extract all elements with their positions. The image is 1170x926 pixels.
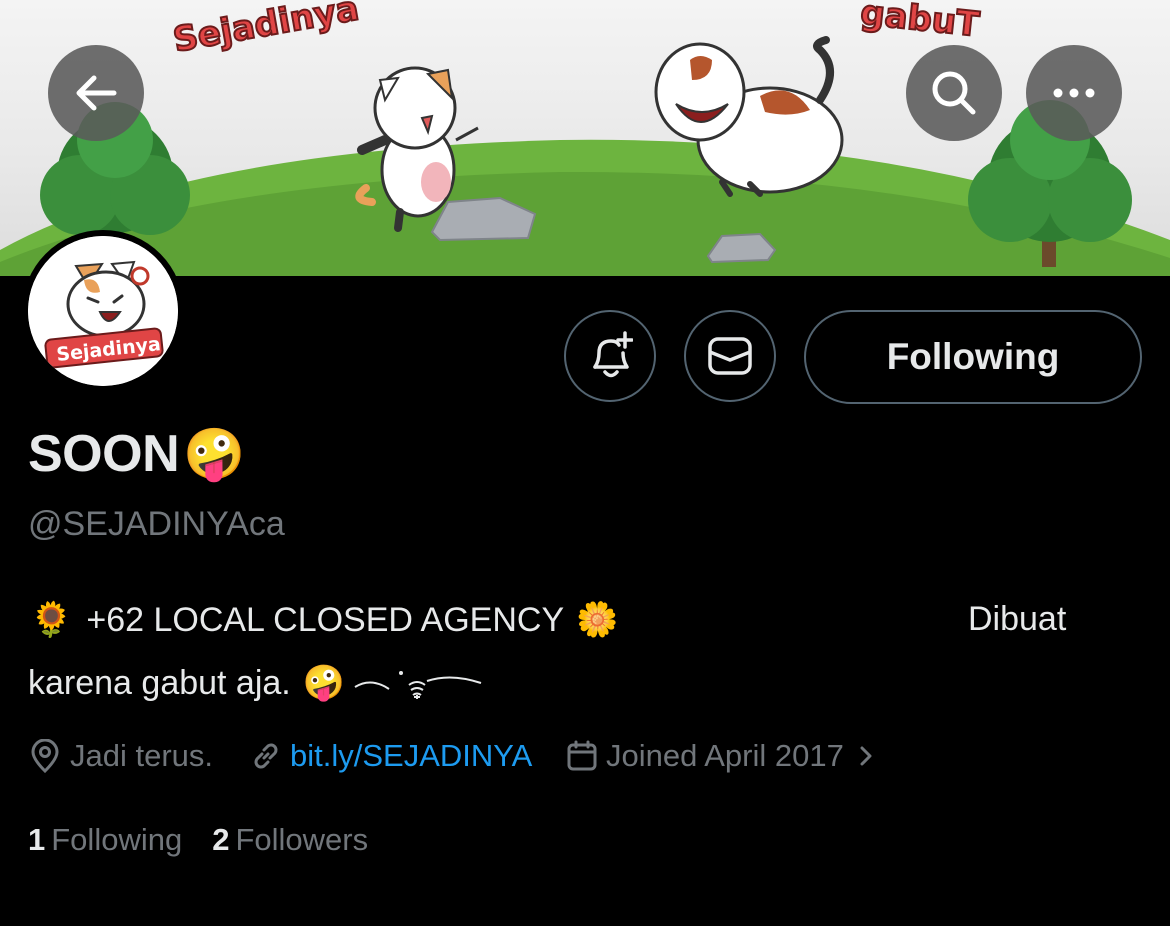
following-button[interactable]: Following <box>804 310 1142 404</box>
bell-plus-icon <box>593 331 633 378</box>
decorative-wave-glyph <box>354 671 482 699</box>
link-icon <box>254 743 278 769</box>
joined-text: Joined April 2017 <box>606 738 844 773</box>
more-horizontal-icon <box>1053 88 1095 98</box>
bio-line-2-text: karena gabut aja. <box>28 663 291 702</box>
banner-illustration: Sejadinya gabuT <box>0 0 1170 276</box>
banner-title-left: Sejadinya <box>170 0 362 60</box>
following-label: Following <box>51 822 183 857</box>
profile-banner[interactable]: Sejadinya gabuT <box>0 0 1170 276</box>
bio-line-1-text: +62 LOCAL CLOSED AGENCY <box>86 600 565 639</box>
website-item[interactable]: bit.ly/SEJADINYA <box>250 738 532 774</box>
location-text: Jadi terus. <box>70 738 214 773</box>
display-name: SOON 🤪 <box>28 424 245 484</box>
search-icon <box>932 71 976 115</box>
blossom-emoji: 🌼 <box>576 601 619 639</box>
bio-line-2: karena gabut aja. 🤪 <box>28 663 485 703</box>
envelope-icon <box>708 337 752 375</box>
sunflower-emoji: 🌻 <box>30 601 73 639</box>
banner-title-right: gabuT <box>859 0 982 45</box>
follow-stats: 1 Following 2 Followers <box>28 822 368 858</box>
website-link[interactable]: bit.ly/SEJADINYA <box>290 738 532 774</box>
notifications-button[interactable] <box>564 310 656 402</box>
following-count-link[interactable]: 1 Following <box>28 822 182 858</box>
display-name-text: SOON <box>28 425 180 483</box>
followers-count: 2 <box>212 822 230 857</box>
followers-label: Followers <box>235 822 369 857</box>
user-handle: @SEJADINYAca <box>28 505 285 543</box>
chevron-right-icon <box>860 746 872 766</box>
joined-item[interactable]: Joined April 2017 <box>566 738 876 774</box>
calendar-icon <box>567 740 597 771</box>
zany-face-emoji-small: 🤪 <box>302 664 346 702</box>
location-item: Jadi terus. <box>30 738 213 774</box>
following-count: 1 <box>28 822 46 857</box>
arrow-left-icon <box>76 75 117 111</box>
bio-line-1: 🌻 +62 LOCAL CLOSED AGENCY 🌼 <box>30 600 618 640</box>
profile-avatar[interactable]: Sejadinya <box>22 230 184 392</box>
avatar-logo: Sejadinya <box>28 236 178 386</box>
more-button[interactable] <box>1026 45 1122 141</box>
location-pin-icon <box>31 739 59 773</box>
message-button[interactable] <box>684 310 776 402</box>
zany-face-emoji: 🤪 <box>183 425 245 482</box>
search-button[interactable] <box>906 45 1002 141</box>
followers-count-link[interactable]: 2 Followers <box>212 822 368 858</box>
back-button[interactable] <box>48 45 144 141</box>
bio-right-label: Dibuat <box>968 600 1067 638</box>
